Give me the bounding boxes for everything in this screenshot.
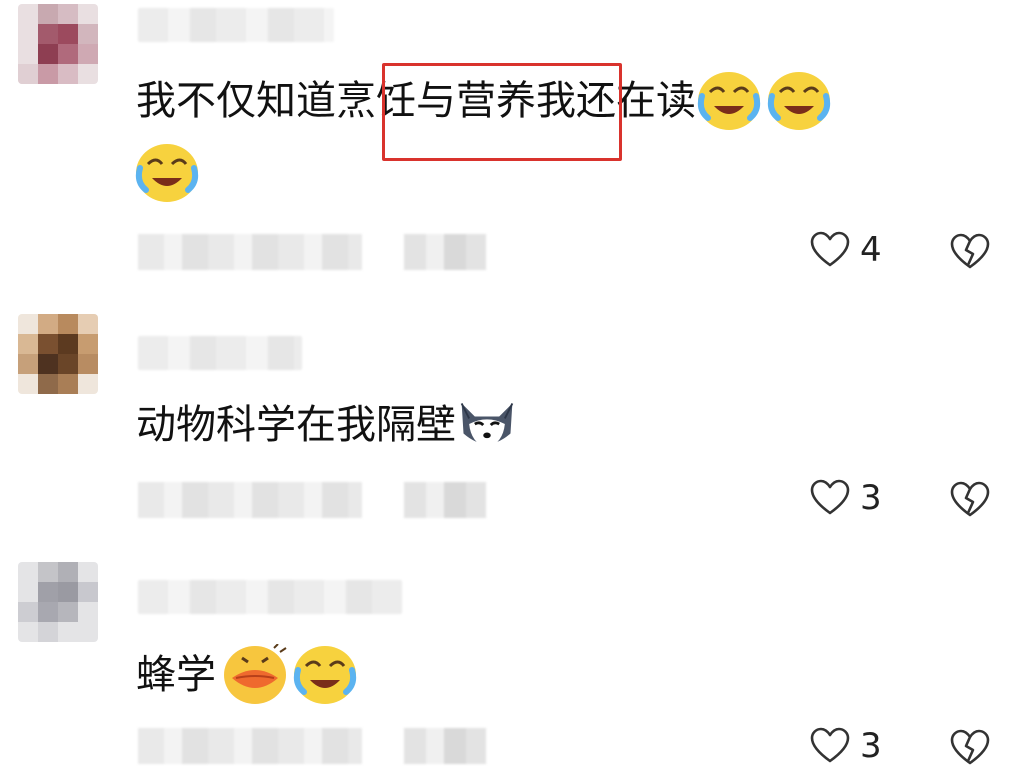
heart-outline-icon xyxy=(810,479,850,515)
laugh-cry-emoji xyxy=(135,144,199,202)
laugh-cry-emoji xyxy=(697,72,761,130)
broken-heart-icon[interactable] xyxy=(950,728,990,768)
laugh-cry-emoji xyxy=(293,646,357,704)
username-blurred[interactable] xyxy=(138,8,334,42)
like-button[interactable]: 4 xyxy=(810,228,882,272)
reply-button-blurred[interactable] xyxy=(404,234,486,270)
husky-dog-emoji xyxy=(460,402,514,449)
timestamp-blurred xyxy=(138,482,362,518)
username-blurred[interactable] xyxy=(138,580,402,614)
comment-item: 我不仅知道 烹饪与营养 我还在读 4 xyxy=(0,0,1025,290)
comment-text: 蜂学 xyxy=(136,644,358,706)
reply-button-blurred[interactable] xyxy=(404,728,486,764)
like-button[interactable]: 3 xyxy=(810,724,882,768)
timestamp-blurred xyxy=(138,728,362,764)
like-count: 4 xyxy=(860,230,882,270)
timestamp-blurred xyxy=(138,234,362,270)
like-button[interactable]: 3 xyxy=(810,476,882,520)
reply-button-blurred[interactable] xyxy=(404,482,486,518)
comment-item: 动物科学在我隔壁 3 xyxy=(0,300,1025,540)
broken-heart-icon[interactable] xyxy=(950,232,990,272)
comment-text-part: 蜂学 xyxy=(136,652,216,698)
highlight-box xyxy=(382,63,622,161)
avatar[interactable] xyxy=(18,562,98,642)
avatar[interactable] xyxy=(18,314,98,394)
heart-outline-icon xyxy=(810,231,850,267)
comment-text-part: 我不仅知道 xyxy=(136,78,336,124)
broken-heart-icon[interactable] xyxy=(950,480,990,520)
comment-list: 我不仅知道 烹饪与营养 我还在读 4 动物科学在我隔壁 3 蜂学 3 xyxy=(0,0,1025,781)
laugh-cry-emoji xyxy=(767,72,831,130)
comment-item: 蜂学 3 xyxy=(0,548,1025,781)
like-count: 3 xyxy=(860,726,882,766)
like-count: 3 xyxy=(860,478,882,518)
kiss-lips-emoji xyxy=(224,644,287,704)
comment-text-part: 动物科学在我隔壁 xyxy=(136,402,456,448)
avatar[interactable] xyxy=(18,4,98,84)
comment-text: 动物科学在我隔壁 xyxy=(136,394,518,456)
username-blurred[interactable] xyxy=(138,336,302,370)
heart-outline-icon xyxy=(810,727,850,763)
